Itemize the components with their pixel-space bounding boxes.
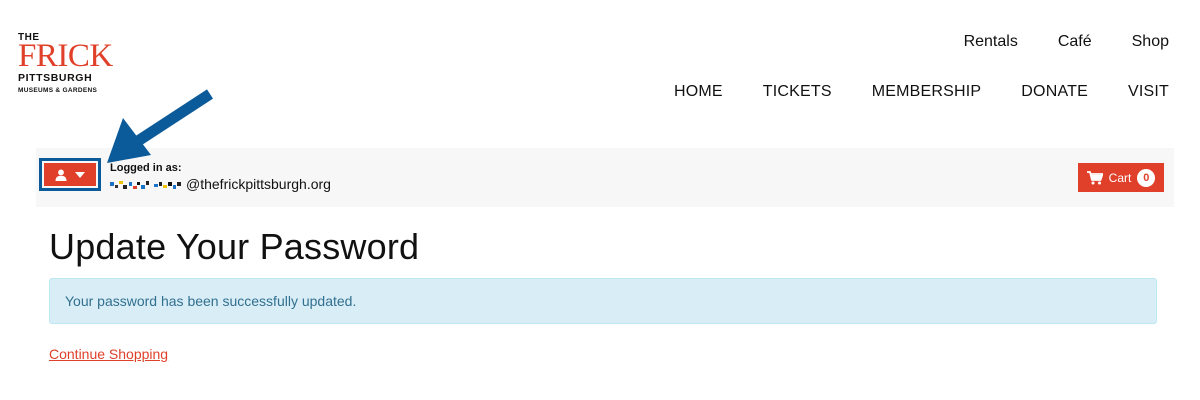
page-title: Update Your Password (49, 226, 420, 267)
site-logo[interactable]: THE FRICK PITTSBURGH MUSEUMS & GARDENS (18, 32, 128, 97)
logo-line-frick: FRICK (18, 38, 113, 74)
nav-link-tickets[interactable]: TICKETS (763, 83, 832, 101)
cart-button[interactable]: Cart 0 (1078, 163, 1164, 192)
nav-link-shop[interactable]: Shop (1132, 33, 1169, 51)
nav-link-home[interactable]: HOME (674, 83, 723, 101)
user-menu-button[interactable] (44, 163, 96, 186)
success-alert-message: Your password has been successfully upda… (65, 293, 357, 309)
cart-icon (1086, 170, 1103, 184)
nav-link-visit[interactable]: VISIT (1128, 83, 1169, 101)
email-domain: @thefrickpittsburgh.org (186, 176, 331, 192)
success-alert: Your password has been successfully upda… (49, 278, 1157, 324)
nav-link-membership[interactable]: MEMBERSHIP (872, 83, 982, 101)
annotation-highlight-box (39, 158, 101, 191)
nav-link-rentals[interactable]: Rentals (964, 33, 1018, 51)
utility-nav: Rentals Café Shop (964, 33, 1169, 51)
logged-in-email: @thefrickpittsburgh.org (110, 176, 331, 192)
cart-count-badge: 0 (1137, 168, 1156, 187)
user-icon (55, 169, 67, 181)
main-nav: HOME TICKETS MEMBERSHIP DONATE VISIT (674, 83, 1169, 101)
page: THE FRICK PITTSBURGH MUSEUMS & GARDENS R… (0, 0, 1200, 400)
account-bar: Logged in as: @thefrickpittsburgh.org Ca… (36, 148, 1174, 207)
logged-in-label: Logged in as: (110, 162, 182, 174)
nav-link-cafe[interactable]: Café (1058, 33, 1092, 51)
continue-shopping-link[interactable]: Continue Shopping (49, 346, 168, 362)
nav-link-donate[interactable]: DONATE (1021, 83, 1088, 101)
logo-line-museums-gardens: MUSEUMS & GARDENS (18, 87, 98, 94)
cart-label: Cart (1108, 170, 1132, 185)
redacted-username (110, 178, 185, 190)
caret-down-icon (75, 171, 85, 178)
